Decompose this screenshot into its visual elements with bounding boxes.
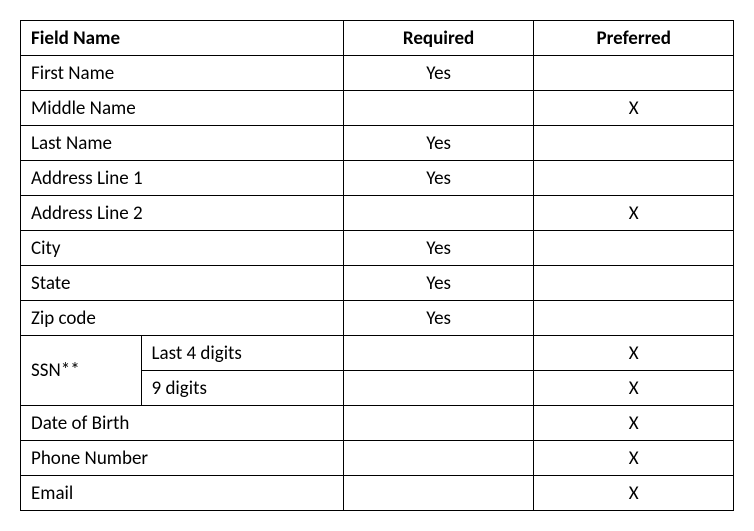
field-label: Zip code	[21, 301, 344, 336]
header-preferred: Preferred	[534, 21, 734, 56]
table-row: State Yes	[21, 266, 734, 301]
preferred-cell	[534, 126, 734, 161]
required-cell	[343, 406, 534, 441]
preferred-cell	[534, 266, 734, 301]
preferred-cell: X	[534, 91, 734, 126]
required-cell	[343, 441, 534, 476]
required-cell: Yes	[343, 161, 534, 196]
field-label: Date of Birth	[21, 406, 344, 441]
field-label: Address Line 1	[21, 161, 344, 196]
required-cell: Yes	[343, 231, 534, 266]
field-requirements-table: Field Name Required Preferred First Name…	[20, 20, 734, 511]
table-row: Last Name Yes	[21, 126, 734, 161]
required-cell	[343, 371, 534, 406]
header-field-name: Field Name	[21, 21, 344, 56]
field-label: Last Name	[21, 126, 344, 161]
required-cell	[343, 336, 534, 371]
table-row: Address Line 2 X	[21, 196, 734, 231]
field-label: Email	[21, 476, 344, 511]
table-row: Zip code Yes	[21, 301, 734, 336]
required-cell	[343, 91, 534, 126]
field-label-ssn-group: SSN**	[21, 336, 142, 406]
field-label: State	[21, 266, 344, 301]
preferred-cell	[534, 56, 734, 91]
required-cell: Yes	[343, 56, 534, 91]
field-label-ssn-9: 9 digits	[141, 371, 343, 406]
preferred-cell: X	[534, 406, 734, 441]
table-row: City Yes	[21, 231, 734, 266]
preferred-cell: X	[534, 441, 734, 476]
required-cell	[343, 196, 534, 231]
field-label-ssn-last4: Last 4 digits	[141, 336, 343, 371]
required-cell: Yes	[343, 126, 534, 161]
preferred-cell: X	[534, 336, 734, 371]
table-row: Address Line 1 Yes	[21, 161, 734, 196]
field-label: City	[21, 231, 344, 266]
table-header-row: Field Name Required Preferred	[21, 21, 734, 56]
field-label: Address Line 2	[21, 196, 344, 231]
header-required: Required	[343, 21, 534, 56]
preferred-cell: X	[534, 196, 734, 231]
table-row: Date of Birth X	[21, 406, 734, 441]
preferred-cell: X	[534, 476, 734, 511]
table-row: Middle Name X	[21, 91, 734, 126]
table-row: SSN** Last 4 digits X	[21, 336, 734, 371]
table-row: First Name Yes	[21, 56, 734, 91]
required-cell: Yes	[343, 301, 534, 336]
field-label: Middle Name	[21, 91, 344, 126]
table-row: Email X	[21, 476, 734, 511]
field-label: First Name	[21, 56, 344, 91]
table-row: Phone Number X	[21, 441, 734, 476]
preferred-cell	[534, 301, 734, 336]
required-cell	[343, 476, 534, 511]
preferred-cell	[534, 231, 734, 266]
preferred-cell: X	[534, 371, 734, 406]
field-label: Phone Number	[21, 441, 344, 476]
preferred-cell	[534, 161, 734, 196]
required-cell: Yes	[343, 266, 534, 301]
